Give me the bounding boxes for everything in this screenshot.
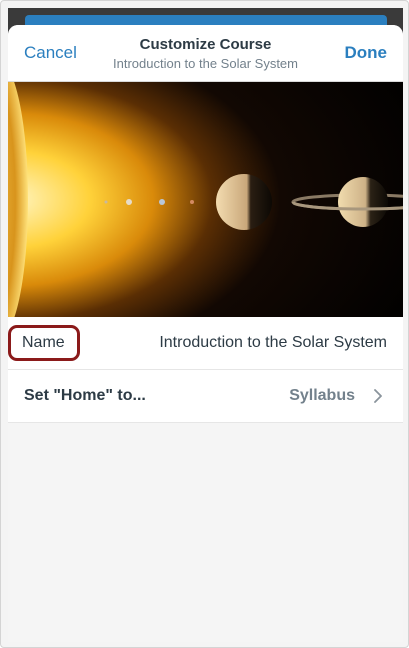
done-button[interactable]: Done bbox=[345, 43, 388, 63]
name-row: Name bbox=[8, 317, 403, 370]
course-name-field[interactable] bbox=[127, 334, 387, 352]
name-label: Name bbox=[8, 325, 80, 361]
earth-icon bbox=[159, 199, 165, 205]
mercury-icon bbox=[104, 200, 108, 204]
navigation-bar: Cancel Customize Course Introduction to … bbox=[8, 25, 403, 82]
course-image bbox=[8, 82, 403, 317]
set-home-label: Set "Home" to... bbox=[24, 387, 146, 404]
screen-frame: Cancel Customize Course Introduction to … bbox=[0, 0, 409, 648]
solar-system-image bbox=[8, 82, 403, 317]
chevron-right-icon bbox=[374, 389, 382, 403]
mars-icon bbox=[190, 200, 194, 204]
set-home-value: Syllabus bbox=[289, 387, 355, 404]
set-home-row[interactable]: Set "Home" to... Syllabus bbox=[8, 370, 403, 423]
venus-icon bbox=[126, 199, 132, 205]
customize-course-sheet: Cancel Customize Course Introduction to … bbox=[8, 25, 403, 642]
jupiter-icon bbox=[216, 174, 272, 230]
